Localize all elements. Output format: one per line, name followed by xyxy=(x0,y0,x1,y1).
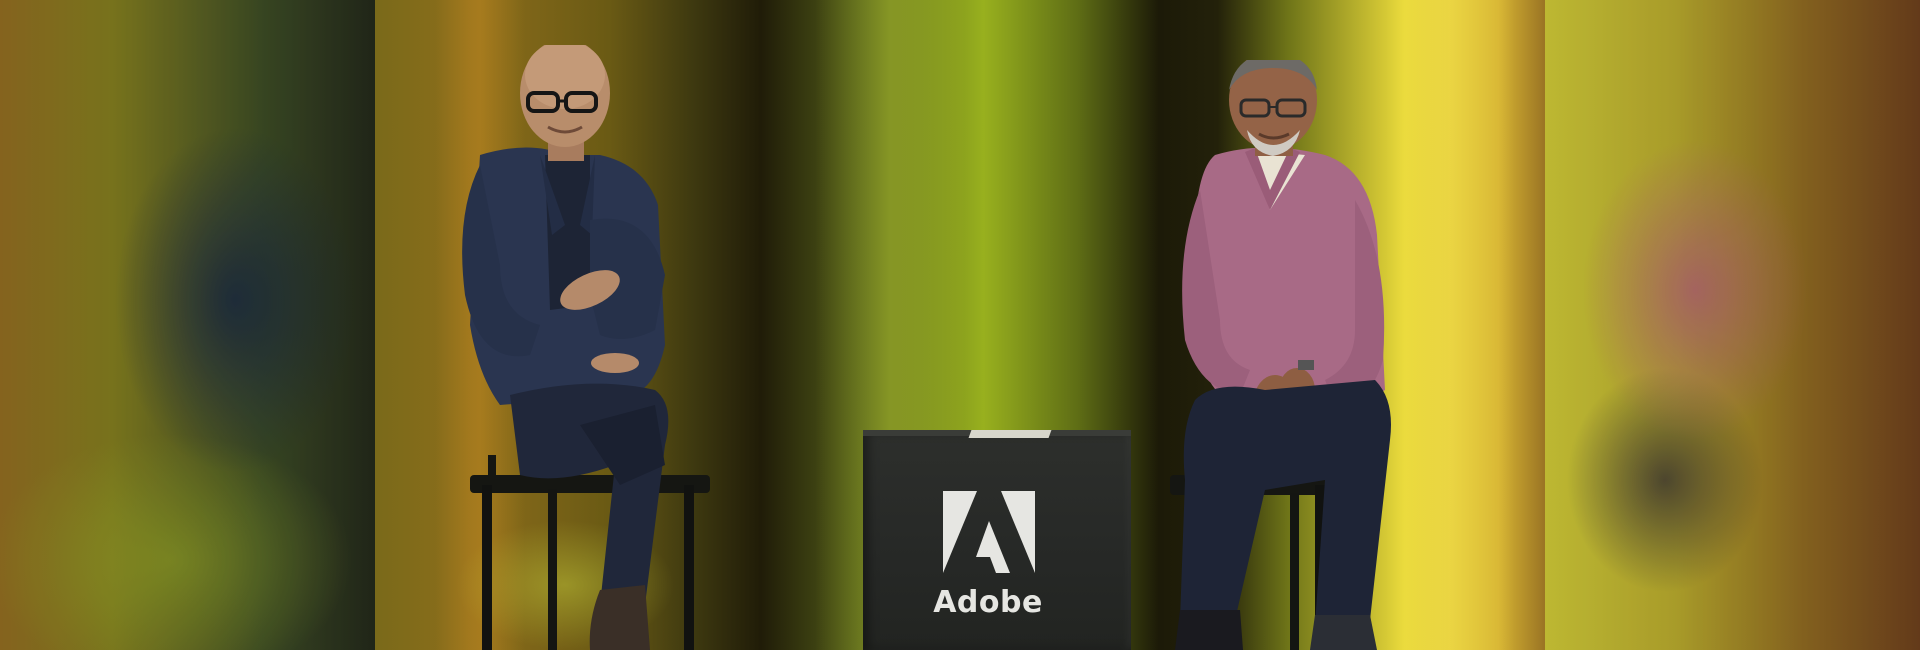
adobe-logo-icon xyxy=(943,491,1035,573)
stage-backdrop: Adobe xyxy=(375,0,1545,650)
blurred-right-panel xyxy=(1545,0,1920,650)
right-speaker xyxy=(1155,60,1445,650)
papers-on-podium xyxy=(968,430,1052,438)
adobe-wordmark: Adobe xyxy=(933,585,1043,620)
blurred-left-panel xyxy=(0,0,375,650)
left-speaker xyxy=(440,45,730,650)
event-stage-photo: Adobe xyxy=(0,0,1920,650)
